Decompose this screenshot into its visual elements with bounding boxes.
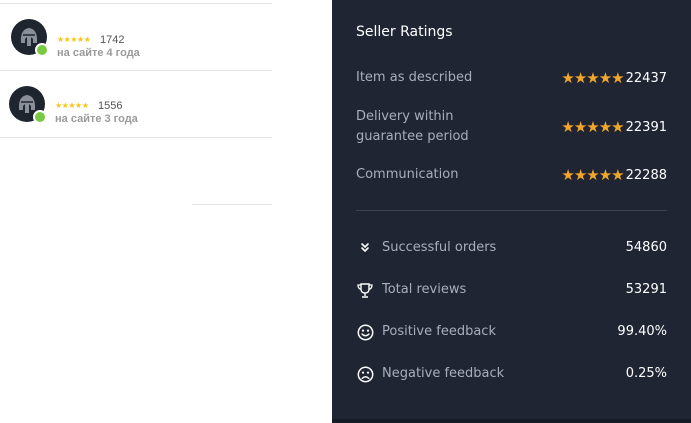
stat-row-negative-feedback: Negative feedback 0.25% (356, 364, 667, 384)
rating-label: Communication (356, 165, 458, 185)
rating-label: Delivery within guarantee period (356, 107, 469, 147)
member-since: на сайте 3 года (55, 113, 138, 125)
stat-value: 54860 (625, 240, 667, 255)
seller-list: ★★★★★ 1742 на сайте 4 года ★★★★★ 1556 на… (0, 0, 272, 423)
double-chevron-down-icon (356, 238, 374, 258)
rating-row-item-as-described: Item as described ★★★★★ 22437 (356, 68, 667, 88)
rating-label-line: Communication (356, 167, 459, 182)
seller-row[interactable]: ★★★★★ 1556 на сайте 3 года (0, 71, 272, 137)
divider (0, 137, 272, 138)
rating-row-delivery: Delivery within guarantee period ★★★★★ 2… (356, 107, 667, 147)
rating-label: Item as described (356, 68, 472, 88)
rating-value-group: ★★★★★ 22288 (561, 165, 667, 185)
rating-stars: ★★★★★ (57, 35, 91, 44)
stat-label: Total reviews (382, 282, 467, 297)
rating-label-line: Item as described (356, 70, 473, 85)
panel-title: Seller Ratings (356, 24, 453, 40)
rating-label-line: guarantee period (356, 129, 469, 144)
stat-value: 53291 (625, 282, 667, 297)
divider (192, 204, 272, 205)
stat-row-positive-feedback: Positive feedback 99.40% (356, 322, 667, 342)
rating-stars: ★★★★★ (561, 166, 624, 184)
rating-count: 1742 (100, 34, 125, 46)
stat-row-successful-orders: Successful orders 54860 (356, 238, 667, 258)
smile-icon (356, 322, 374, 342)
rating-value-group: ★★★★★ 22437 (561, 68, 667, 88)
rating-value-group: ★★★★★ 22391 (561, 117, 667, 137)
online-status-dot (35, 43, 49, 57)
rating-stars: ★★★★★ (561, 69, 624, 87)
rating-stars: ★★★★★ (561, 118, 624, 136)
trophy-icon (356, 280, 374, 300)
panel-bottom-edge (332, 419, 691, 423)
member-since: на сайте 4 года (57, 47, 140, 59)
stat-value: 0.25% (625, 366, 667, 381)
frown-icon (356, 364, 374, 384)
seller-ratings-panel: Seller Ratings Item as described ★★★★★ 2… (332, 0, 691, 423)
stat-row-total-reviews: Total reviews 53291 (356, 280, 667, 300)
stat-value: 99.40% (617, 324, 667, 339)
rating-stars: ★★★★★ (55, 101, 89, 110)
stat-label: Negative feedback (382, 366, 505, 381)
stat-label: Successful orders (382, 240, 497, 255)
rating-count: 22391 (625, 119, 667, 135)
seller-row[interactable]: ★★★★★ 1742 на сайте 4 года (0, 4, 272, 70)
rating-label-line: Delivery within (356, 109, 454, 124)
online-status-dot (33, 110, 47, 124)
stat-label: Positive feedback (382, 324, 496, 339)
panel-separator (356, 210, 667, 211)
rating-count: 22288 (625, 167, 667, 183)
rating-count: 1556 (98, 100, 123, 112)
rating-count: 22437 (625, 70, 667, 86)
rating-row-communication: Communication ★★★★★ 22288 (356, 165, 667, 185)
